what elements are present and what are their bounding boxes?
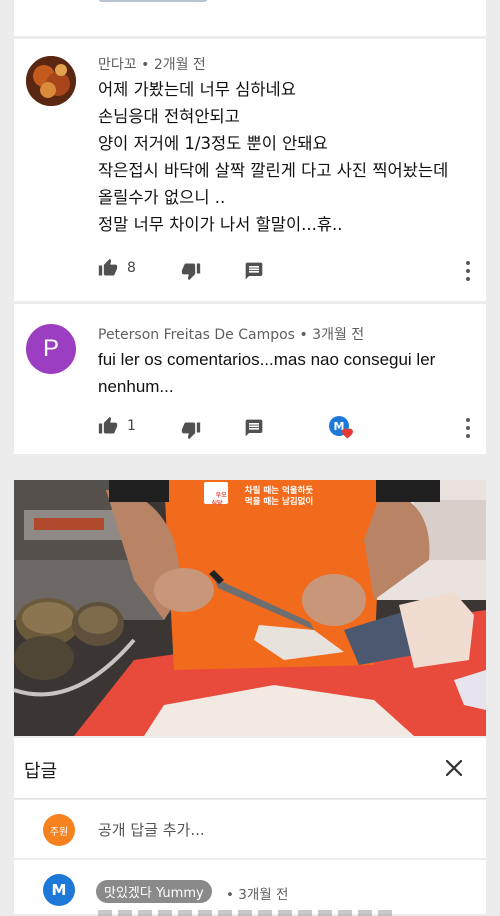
comment-line: 올릴수가 없으니 .. — [98, 188, 226, 207]
replies-title: 답글 — [24, 761, 58, 782]
replies-header: 답글 — [14, 738, 486, 799]
like-button[interactable]: 8 — [98, 258, 136, 278]
meta-separator: • — [226, 887, 239, 903]
reply-comment-icon — [245, 262, 263, 280]
reply-button[interactable] — [244, 418, 264, 438]
reply-author-badge[interactable]: 맛있겠다 Yummy — [96, 880, 212, 903]
video-frame — [14, 480, 486, 736]
video-banner-line: 차릴 때는 억울하듯 — [244, 486, 314, 496]
avatar[interactable] — [26, 56, 76, 106]
reply-comment-icon — [245, 419, 263, 437]
comment-line: nenhum... — [98, 377, 174, 396]
more-dot — [466, 434, 470, 438]
like-count: 8 — [127, 260, 136, 276]
more-dot — [466, 261, 470, 265]
dislike-button[interactable] — [181, 261, 201, 281]
like-count: 1 — [127, 418, 136, 434]
comment-line: 양이 저거에 1/3정도 뿐이 안돼요 — [98, 134, 328, 153]
thumbs-up-icon — [98, 258, 118, 276]
meta-separator: • — [141, 57, 154, 73]
creator-heart[interactable]: M — [329, 416, 355, 442]
video-logo-text: 우오 식당 — [211, 492, 227, 507]
more-options-button[interactable] — [465, 418, 471, 438]
video-player[interactable]: 우오 식당 차릴 때는 억울하듯 먹을 때는 남김없이 — [14, 480, 486, 736]
comment-line: 손님응대 전혀안되고 — [98, 107, 240, 126]
previous-comment-card — [14, 0, 486, 36]
replies-panel: 답글 주원 공개 답글 추가... M 맛있겠다 Yummy • 3개월 전 — [14, 738, 486, 916]
reply-time[interactable]: 3개월 전 — [238, 887, 288, 903]
user-avatar-text: 주원 — [49, 826, 69, 838]
video-brand-logo: 우오 식당 — [204, 484, 230, 516]
reply-avatar[interactable]: M — [43, 874, 75, 906]
reply-item: M 맛있겠다 Yummy • 3개월 전 — [14, 860, 486, 916]
more-dot — [466, 269, 470, 273]
like-button[interactable]: 1 — [98, 416, 136, 436]
comment-time[interactable]: 2개월 전 — [154, 57, 206, 73]
more-dot — [466, 426, 470, 430]
comment-card: 만다꼬 • 2개월 전 어제 가봤는데 너무 심하네요 손님응대 전혀안되고 양… — [14, 39, 486, 301]
reply-avatar-letter: M — [51, 881, 67, 899]
close-button[interactable] — [442, 756, 466, 780]
video-banner: 차릴 때는 억울하듯 먹을 때는 남김없이 — [234, 486, 324, 508]
comment-time[interactable]: 3개월 전 — [312, 327, 364, 343]
thumbs-down-icon — [181, 422, 201, 440]
comment-line: fui ler os comentarios...mas nao consegu… — [98, 350, 436, 369]
comment-meta: Peterson Freitas De Campos • 3개월 전 — [98, 324, 364, 344]
avatar-letter: P — [42, 335, 59, 362]
more-options-button[interactable] — [465, 261, 471, 281]
meta-separator: • — [299, 327, 313, 343]
reply-button[interactable] — [244, 261, 264, 281]
video-banner-line: 먹을 때는 남김없이 — [244, 497, 314, 507]
more-dot — [466, 418, 470, 422]
avatar-photo-food — [26, 56, 76, 106]
reply-meta: • 3개월 전 — [226, 883, 288, 903]
reply-text-cutoff — [98, 910, 398, 916]
heart-icon — [342, 428, 353, 439]
comment-card: P Peterson Freitas De Campos • 3개월 전 fui… — [14, 304, 486, 454]
close-icon — [445, 759, 463, 777]
thumbs-up-icon — [98, 416, 118, 434]
comment-line: 정말 너무 차이가 나서 할말이...휴.. — [98, 215, 343, 234]
comment-line: 어제 가봤는데 너무 심하네요 — [98, 80, 296, 99]
thumbs-down-icon — [181, 263, 201, 281]
add-reply-input[interactable]: 공개 답글 추가... — [98, 819, 205, 840]
comment-meta: 만다꼬 • 2개월 전 — [98, 54, 206, 74]
comment-author[interactable]: Peterson Freitas De Campos — [98, 327, 295, 343]
user-avatar: 주원 — [43, 814, 75, 846]
dislike-button[interactable] — [181, 420, 201, 440]
comment-line: 작은접시 바닥에 살짝 깔린게 다고 사진 찍어놨는데 — [98, 161, 449, 180]
more-dot — [466, 277, 470, 281]
add-reply-row: 주원 공개 답글 추가... — [14, 800, 486, 858]
avatar[interactable]: P — [26, 324, 76, 374]
comment-author[interactable]: 만다꼬 — [98, 57, 137, 73]
previous-comment-remnant — [98, 0, 208, 2]
